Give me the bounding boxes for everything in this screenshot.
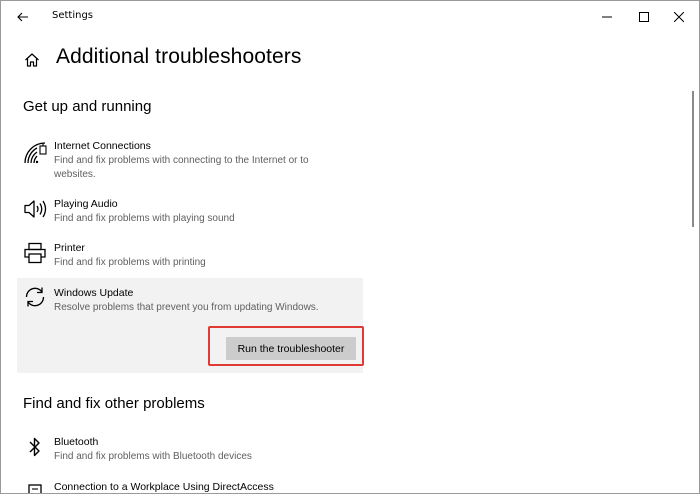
settings-window: Settings Additional troubleshooters Get … — [0, 0, 700, 494]
item-name: Windows Update — [54, 287, 134, 299]
item-name: Bluetooth — [54, 436, 99, 448]
item-description-line: Find and fix problems with printing — [54, 257, 206, 268]
speaker-icon — [23, 197, 47, 221]
item-description: Find and fix problems with playing sound — [54, 212, 354, 226]
troubleshooter-directaccess[interactable]: Connection to a Workplace Using DirectAc… — [17, 477, 363, 493]
back-button[interactable] — [11, 6, 35, 28]
sync-icon — [23, 285, 47, 309]
app-title: Settings — [52, 10, 94, 21]
wifi-signal-icon — [23, 141, 47, 165]
run-troubleshooter-button[interactable]: Run the troubleshooter — [226, 337, 356, 360]
home-icon — [25, 53, 39, 67]
minimize-button[interactable] — [594, 5, 620, 29]
item-name: Playing Audio — [54, 198, 118, 210]
back-arrow-icon — [17, 12, 28, 22]
printer-icon — [23, 241, 47, 265]
item-description: Resolve problems that prevent you from u… — [54, 301, 359, 315]
item-name: Printer — [54, 242, 85, 254]
item-description-line: Find and fix problems with connecting to… — [54, 155, 309, 166]
section-title-find-and-fix: Find and fix other problems — [23, 395, 205, 412]
scrollbar[interactable] — [692, 91, 694, 227]
bluetooth-icon — [23, 435, 47, 459]
home-button[interactable] — [22, 50, 42, 70]
troubleshooter-internet-connections[interactable]: Internet Connections Find and fix proble… — [17, 136, 363, 186]
minimize-icon — [602, 16, 612, 18]
item-description: Find and fix problems with Bluetooth dev… — [54, 450, 354, 464]
maximize-icon — [639, 12, 649, 22]
section-title-get-up-and-running: Get up and running — [23, 98, 152, 115]
troubleshooter-printer[interactable]: Printer Find and fix problems with print… — [17, 238, 363, 274]
page-title: Additional troubleshooters — [56, 45, 302, 68]
item-description: Find and fix problems with connecting to… — [54, 154, 354, 182]
troubleshooter-bluetooth[interactable]: Bluetooth Find and fix problems with Blu… — [17, 432, 363, 468]
troubleshooter-playing-audio[interactable]: Playing Audio Find and fix problems with… — [17, 194, 363, 230]
close-button[interactable] — [666, 5, 692, 29]
title-bar: Settings — [1, 1, 699, 33]
item-description-line: Find and fix problems with playing sound — [54, 213, 235, 224]
maximize-button[interactable] — [631, 5, 657, 29]
item-description-line: Resolve problems that prevent you from u… — [54, 302, 319, 313]
item-description-line: websites. — [54, 169, 96, 180]
item-name: Connection to a Workplace Using DirectAc… — [54, 481, 274, 493]
item-description: Find and fix problems with printing — [54, 256, 354, 270]
item-description-line: Find and fix problems with Bluetooth dev… — [54, 451, 252, 462]
close-icon — [674, 12, 684, 22]
item-name: Internet Connections — [54, 140, 151, 152]
workplace-icon — [23, 480, 47, 493]
